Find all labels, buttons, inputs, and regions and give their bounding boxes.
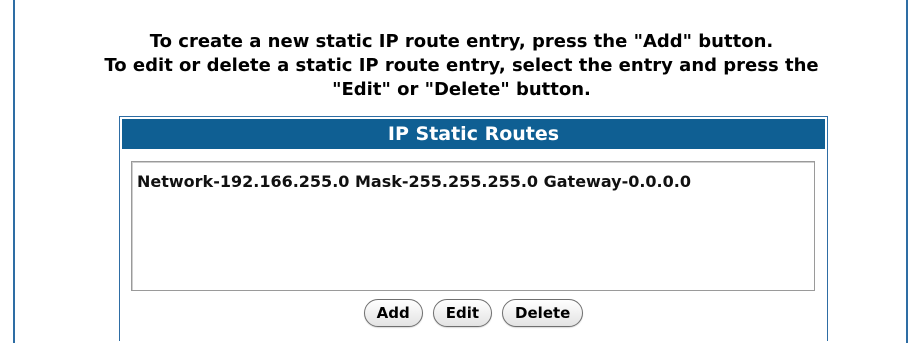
panel-title: IP Static Routes [122, 119, 825, 149]
add-button[interactable]: Add [363, 299, 423, 327]
delete-button[interactable]: Delete [502, 299, 584, 327]
instruction-line-edit-delete: To edit or delete a static IP route entr… [104, 55, 819, 76]
instruction-line-buttons: "Edit" or "Delete" button. [332, 79, 591, 100]
instruction-line-add: To create a new static IP route entry, p… [149, 31, 774, 52]
routes-listbox[interactable]: Network-192.166.255.0 Mask-255.255.255.0… [131, 161, 815, 291]
instructions-text: To create a new static IP route entry, p… [0, 30, 923, 102]
button-row: Add Edit Delete [120, 299, 827, 327]
edit-button[interactable]: Edit [432, 299, 493, 327]
ip-static-routes-panel: IP Static Routes Network-192.166.255.0 M… [119, 116, 828, 341]
route-entry[interactable]: Network-192.166.255.0 Mask-255.255.255.0… [137, 172, 814, 192]
